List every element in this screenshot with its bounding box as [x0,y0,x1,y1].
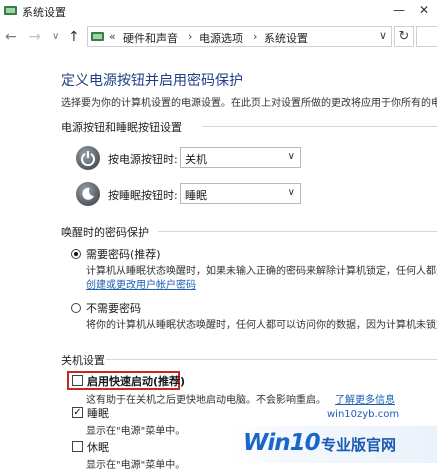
fast-startup-description: 这有助于在关机之后更快地启动电脑。不会影响重启。 [86,395,326,406]
minimize-button[interactable]: — [389,3,409,17]
crumb-separator: › [188,30,193,43]
sleep-checkbox[interactable]: ✓ [72,407,83,418]
close-button[interactable]: ✕ [414,3,434,17]
require-password-radio[interactable] [71,249,81,259]
sleep-option-label[interactable]: 睡眠 [87,405,109,421]
navigation-bar: ← → ∨ ↑ « 硬件和声音 › 电源选项 › 系统设置 ∨ ↻ [0,22,437,52]
overflow-crumb[interactable]: « [109,30,116,43]
no-password-description: 将你的计算机从睡眠状态唤醒时，任何人都可以访问你的数据，因为计算机未锁定 [86,320,437,331]
address-dropdown-button[interactable]: ∨ [379,29,387,42]
crumb-hardware[interactable]: 硬件和声音 [123,30,178,46]
title-bar: 系统设置 — ✕ [0,0,437,22]
forward-button[interactable]: → [29,29,41,45]
crumb-power-options[interactable]: 电源选项 [199,30,243,46]
hibernate-option-description: 显示在"电源"菜单中。 [86,460,186,471]
crumb-system-settings[interactable]: 系统设置 [264,30,308,46]
chevron-down-icon: ∨ [287,151,295,162]
watermark-url: win10zyb.com [327,409,400,420]
watermark-text: 专业版官网 [321,436,397,454]
require-password-description: 计算机从睡眠状态唤醒时，如果未输入正确的密码来解除计算机锁定，任何人都无 [86,266,437,277]
sleep-option-description: 显示在"电源"菜单中。 [86,426,186,437]
fast-startup-label[interactable]: 启用快速启动(推荐) [87,373,185,389]
no-password-radio[interactable] [71,303,81,313]
section-title-password: 唤醒时的密码保护 [61,226,149,239]
sleep-button-label: 按睡眠按钮时: [108,189,178,202]
control-panel-icon [4,6,17,15]
section-divider [158,231,437,232]
section-title-buttons: 电源按钮和睡眠按钮设置 [61,121,182,134]
section-title-shutdown: 关机设置 [61,354,105,367]
section-divider [106,359,437,360]
change-password-link[interactable]: 创建或更改用户帐户密码 [86,276,196,291]
page-title: 定义电源按钮并启用密码保护 [61,73,243,89]
address-bar[interactable]: « 硬件和声音 › 电源选项 › 系统设置 ∨ [87,26,392,47]
watermark-logo: Win10 [243,430,321,456]
sleep-button-select[interactable]: 睡眠 ∨ [180,183,301,204]
power-button-value: 关机 [185,153,207,166]
back-button[interactable]: ← [5,29,17,45]
refresh-button[interactable]: ↻ [394,26,414,47]
window-title: 系统设置 [22,6,66,19]
learn-more-link[interactable]: 了解更多信息 [335,391,395,406]
recent-locations-button[interactable]: ∨ [52,31,59,42]
sleep-icon [76,182,100,206]
require-password-label[interactable]: 需要密码(推荐) [86,246,161,262]
hibernate-checkbox[interactable] [72,441,83,452]
power-button-label: 按电源按钮时: [108,153,178,166]
sleep-button-value: 睡眠 [185,189,207,202]
no-password-label[interactable]: 不需要密码 [86,300,141,316]
search-input[interactable] [416,26,437,47]
control-panel-icon [91,32,104,41]
crumb-separator: › [253,30,258,43]
section-divider [202,126,437,127]
page-description: 选择要为你的计算机设置的电源设置。在此页上对设置所做的更改将应用于你所有的电 [61,98,437,109]
chevron-down-icon: ∨ [287,187,295,198]
power-icon [76,146,100,170]
hibernate-option-label[interactable]: 休眠 [87,439,109,455]
up-button[interactable]: ↑ [68,29,80,45]
fast-startup-checkbox[interactable] [72,375,83,386]
power-button-select[interactable]: 关机 ∨ [180,147,301,168]
watermark: Win10 专业版官网 [229,426,437,463]
